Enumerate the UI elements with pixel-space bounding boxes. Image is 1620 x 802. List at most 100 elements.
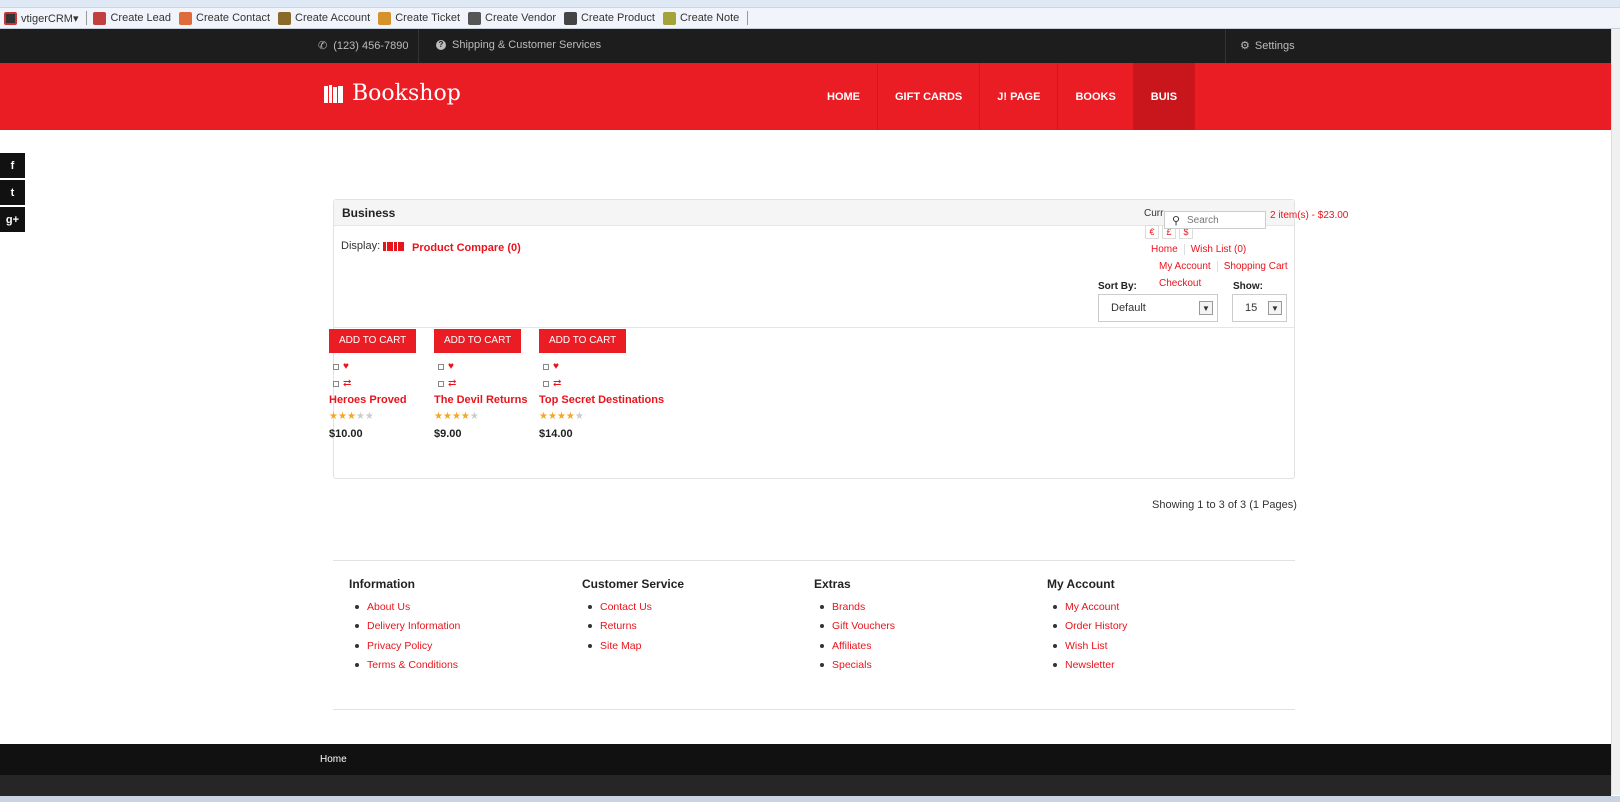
footer-link[interactable]: Privacy Policy <box>349 636 460 656</box>
gear-icon: ⚙ <box>1240 40 1250 52</box>
star-icon: ★ <box>574 411 584 422</box>
compare-icon[interactable]: ⇄ <box>553 378 561 389</box>
shipping-link[interactable]: ? Shipping & Customer Services <box>436 39 601 51</box>
footer-link-list: My Account Order History Wish List Newslett… <box>1047 597 1127 675</box>
settings-link[interactable]: ⚙ Settings <box>1240 39 1295 53</box>
bookmark-create-account[interactable]: Create Account <box>278 11 370 25</box>
bookmark-create-product[interactable]: Create Product <box>563 11 655 25</box>
bullet-icon <box>355 663 359 668</box>
heart-icon[interactable]: ♥ <box>553 361 559 372</box>
header-link-my-account[interactable]: My Account <box>1153 261 1218 272</box>
footer-link[interactable]: Specials <box>814 656 895 676</box>
add-to-cart-button[interactable]: ADD TO CART <box>539 329 627 353</box>
header-link-shopping-cart[interactable]: Shopping Cart <box>1218 261 1294 272</box>
product-name[interactable]: Heroes Proved <box>329 394 439 406</box>
sort-label: Sort By: <box>1098 281 1137 292</box>
display-toggle: Display: <box>341 240 406 252</box>
footer-link[interactable]: Site Map <box>582 636 684 656</box>
bullet-icon <box>588 604 592 609</box>
footer-home-link[interactable]: Home <box>320 754 347 765</box>
nav-item-home[interactable]: HOME <box>810 63 878 130</box>
wishlist-row: ♥ <box>333 358 439 375</box>
heart-icon[interactable]: ♥ <box>343 361 349 372</box>
footer-link[interactable]: Delivery Information <box>349 617 460 637</box>
compare-checkbox[interactable] <box>333 380 339 387</box>
footer-link-label: About Us <box>367 600 411 613</box>
footer-link[interactable]: Contact Us <box>582 597 684 617</box>
currency-button[interactable]: € <box>1145 225 1159 239</box>
nav-item-buis[interactable]: BUIS <box>1133 63 1196 130</box>
question-icon: ? <box>436 40 446 50</box>
footer-link[interactable]: Returns <box>582 617 684 637</box>
bookmark-create-lead[interactable]: Create Lead <box>93 11 171 25</box>
footer-link[interactable]: Terms & Conditions <box>349 656 460 676</box>
bullet-icon <box>1053 604 1057 609</box>
compare-checkbox[interactable] <box>438 380 444 387</box>
compare-checkbox[interactable] <box>543 380 549 387</box>
footer-link-label: Newsletter <box>1065 659 1115 672</box>
nav-item-j-page[interactable]: J! PAGE <box>980 63 1059 130</box>
site-logo[interactable]: Bookshop <box>324 81 461 106</box>
bookmark-icon <box>179 11 193 25</box>
bullet-icon <box>1053 624 1057 629</box>
search-box[interactable]: ⚲ <box>1164 211 1266 229</box>
product-name[interactable]: The Devil Returns <box>434 394 544 406</box>
wishlist-checkbox[interactable] <box>333 363 339 370</box>
bookmark-create-contact[interactable]: Create Contact <box>179 11 270 25</box>
bullet-icon <box>820 624 824 629</box>
star-icon: ★ <box>442 411 452 422</box>
wishlist-checkbox[interactable] <box>543 363 549 370</box>
footer-link[interactable]: About Us <box>349 597 460 617</box>
footer-link[interactable]: Affiliates <box>814 636 895 656</box>
compare-icon[interactable]: ⇄ <box>343 378 351 389</box>
footer-link-label: Wish List <box>1065 639 1108 652</box>
bullet-icon <box>588 643 592 648</box>
facebook-icon[interactable]: f <box>0 153 25 178</box>
header-link-home[interactable]: Home <box>1145 244 1185 255</box>
bookmark-create-note[interactable]: Create Note <box>662 11 740 25</box>
header-link-checkout[interactable]: Checkout <box>1153 278 1207 289</box>
footer-link[interactable]: My Account <box>1047 597 1127 617</box>
sort-select[interactable]: Default ▼ <box>1098 294 1218 322</box>
show-select[interactable]: 15 ▼ <box>1232 294 1287 322</box>
vertical-scrollbar[interactable] <box>1611 29 1620 795</box>
bookmark-separator <box>747 11 749 25</box>
bullet-icon <box>588 624 592 629</box>
compare-icon[interactable]: ⇄ <box>448 378 456 389</box>
product-compare-link[interactable]: Product Compare (0) <box>412 242 521 254</box>
footer-link-label: Returns <box>600 620 637 633</box>
twitter-icon[interactable]: t <box>0 180 25 205</box>
footer-column: Extras Brands Gift Vouchers Affiliates Speci… <box>814 577 895 675</box>
add-to-cart-button[interactable]: ADD TO CART <box>329 329 417 353</box>
vtiger-menu[interactable]: vtigerCRM▾ <box>4 11 78 25</box>
wishlist-checkbox[interactable] <box>438 363 444 370</box>
search-icon[interactable]: ⚲ <box>1165 214 1187 227</box>
google-plus-icon[interactable]: g+ <box>0 207 25 232</box>
star-icon: ★ <box>539 411 548 422</box>
cart-summary[interactable]: 2 item(s) - $23.00 <box>1270 210 1348 221</box>
heart-icon[interactable]: ♥ <box>448 361 454 372</box>
bullet-icon <box>820 643 824 648</box>
logo-text: Bookshop <box>352 81 461 106</box>
nav-item-books[interactable]: BOOKS <box>1058 63 1134 130</box>
footer-link[interactable]: Newsletter <box>1047 656 1127 676</box>
settings-label: Settings <box>1254 39 1295 52</box>
star-icon: ★ <box>547 411 557 422</box>
star-icon: ★ <box>469 411 479 422</box>
footer-link[interactable]: Order History <box>1047 617 1127 637</box>
bookmark-label: Create Note <box>679 12 740 24</box>
footer-link[interactable]: Wish List <box>1047 636 1127 656</box>
bookmark-create-ticket[interactable]: Create Ticket <box>378 11 460 25</box>
top-bar: ✆ (123) 456-7890 ? Shipping & Customer S… <box>0 29 1611 63</box>
bookmark-create-vendor[interactable]: Create Vendor <box>468 11 556 25</box>
footer-link[interactable]: Brands <box>814 597 895 617</box>
footer-link[interactable]: Gift Vouchers <box>814 617 895 637</box>
phone-info: ✆ (123) 456-7890 <box>318 39 408 53</box>
nav-item-gift-cards[interactable]: GIFT CARDS <box>878 63 981 130</box>
footer-link-list: Brands Gift Vouchers Affiliates Specials <box>814 597 895 675</box>
list-grid-icon[interactable] <box>383 241 406 251</box>
product-name[interactable]: Top Secret Destinations <box>539 394 664 406</box>
add-to-cart-button[interactable]: ADD TO CART <box>434 329 522 353</box>
header-link-wish-list[interactable]: Wish List (0) <box>1185 244 1253 255</box>
search-input[interactable] <box>1187 214 1263 226</box>
